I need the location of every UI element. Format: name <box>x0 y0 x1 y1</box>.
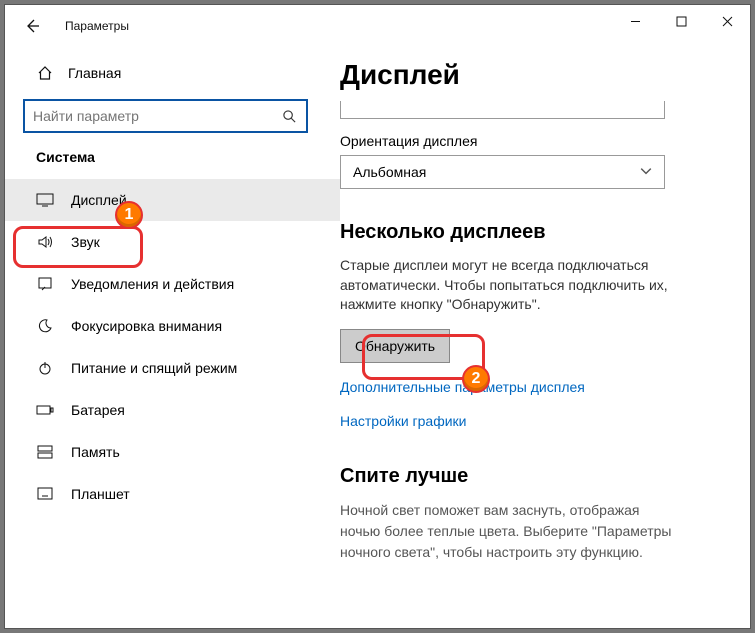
settings-window: Параметры Главная С <box>4 4 751 629</box>
dropdown-value: Альбомная <box>353 164 426 180</box>
detect-button[interactable]: Обнаружить <box>340 329 450 363</box>
tablet-icon <box>36 485 54 503</box>
nav-label: Память <box>71 444 120 460</box>
nav-label: Уведомления и действия <box>71 276 234 292</box>
nav-label: Звук <box>71 234 100 250</box>
moon-icon <box>36 317 54 335</box>
sound-icon <box>36 233 54 251</box>
back-icon[interactable] <box>23 17 41 35</box>
scale-dropdown-partial[interactable] <box>340 101 665 119</box>
graphics-settings-link[interactable]: Настройки графики <box>340 413 722 429</box>
power-icon <box>36 359 54 377</box>
sleep-better-heading: Спите лучше <box>340 465 722 488</box>
section-heading: Система <box>36 149 340 165</box>
minimize-button[interactable] <box>612 5 658 37</box>
main-panel: Дисплей Ориентация дисплея Альбомная Нес… <box>340 47 750 628</box>
home-label: Главная <box>68 65 121 81</box>
maximize-button[interactable] <box>658 5 704 37</box>
close-button[interactable] <box>704 5 750 37</box>
nav-label: Планшет <box>71 486 130 502</box>
nav-list: Дисплей Звук Уведомления и действия Фоку… <box>5 179 340 515</box>
nav-label: Фокусировка внимания <box>71 318 222 334</box>
search-icon <box>280 107 298 125</box>
battery-icon <box>36 401 54 419</box>
advanced-display-link[interactable]: Дополнительные параметры дисплея <box>340 379 722 395</box>
nav-item-focus[interactable]: Фокусировка внимания <box>5 305 340 347</box>
multi-display-heading: Несколько дисплеев <box>340 221 722 244</box>
page-title: Дисплей <box>340 59 722 91</box>
nav-item-tablet[interactable]: Планшет <box>5 473 340 515</box>
nav-item-display[interactable]: Дисплей <box>5 179 340 221</box>
orientation-dropdown[interactable]: Альбомная <box>340 155 665 189</box>
home-link[interactable]: Главная <box>23 57 340 89</box>
nav-label: Батарея <box>71 402 125 418</box>
nav-item-power[interactable]: Питание и спящий режим <box>5 347 340 389</box>
window-title: Параметры <box>65 19 129 33</box>
chevron-down-icon <box>640 167 652 178</box>
notifications-icon <box>36 275 54 293</box>
window-controls <box>612 15 750 37</box>
nav-label: Дисплей <box>71 192 127 208</box>
nav-label: Питание и спящий режим <box>71 360 237 376</box>
nav-item-notifications[interactable]: Уведомления и действия <box>5 263 340 305</box>
search-field[interactable] <box>33 108 280 124</box>
multi-display-body: Старые дисплеи могут не всегда подключат… <box>340 256 670 315</box>
monitor-icon <box>36 191 54 209</box>
titlebar: Параметры <box>5 5 750 47</box>
detect-button-label: Обнаружить <box>355 338 435 354</box>
sidebar: Главная Система Дисплей Звук <box>5 47 340 628</box>
storage-icon <box>36 443 54 461</box>
sleep-body: Ночной свет поможет вам заснуть, отображ… <box>340 500 680 563</box>
nav-item-sound[interactable]: Звук <box>5 221 340 263</box>
nav-item-battery[interactable]: Батарея <box>5 389 340 431</box>
orientation-label: Ориентация дисплея <box>340 133 722 149</box>
nav-item-storage[interactable]: Память <box>5 431 340 473</box>
home-icon <box>36 64 54 82</box>
search-input[interactable] <box>23 99 308 133</box>
